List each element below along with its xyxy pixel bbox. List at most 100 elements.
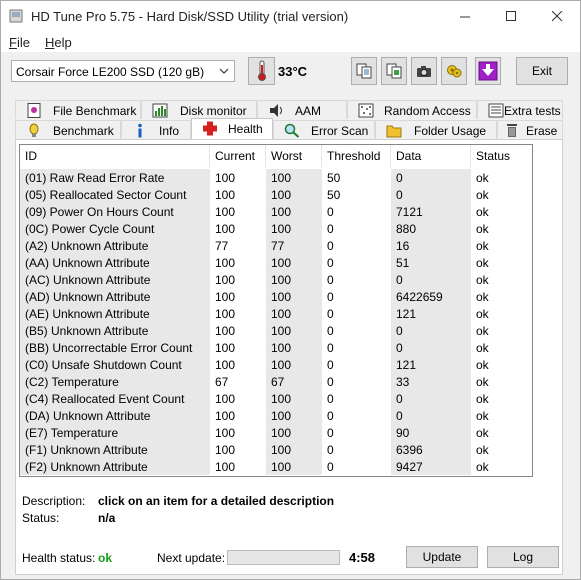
thermometer-button[interactable] — [248, 57, 275, 85]
tab-benchmark[interactable]: Benchmark — [15, 120, 121, 139]
column-header-threshold[interactable]: Threshold — [322, 145, 391, 168]
table-row[interactable]: (AD) Unknown Attribute 100 100 0 6422659 ok — [20, 288, 532, 305]
tab-folder-usage[interactable]: Folder Usage — [375, 120, 497, 139]
log-button[interactable]: Log — [487, 546, 559, 568]
save-button[interactable] — [475, 57, 501, 85]
table-row[interactable]: (BB) Uncorrectable Error Count 100 100 0 0 ok — [20, 339, 532, 356]
cell-data: 6422659 — [391, 288, 471, 305]
maximize-button[interactable] — [488, 1, 534, 32]
cell-worst: 100 — [266, 322, 322, 339]
column-header-status[interactable]: Status — [471, 145, 532, 168]
cell-current: 77 — [215, 239, 229, 253]
table-row[interactable]: (DA) Unknown Attribute 100 100 0 0 ok — [20, 407, 532, 424]
copy-text-icon — [356, 63, 372, 79]
menu-file[interactable]: File — [9, 35, 30, 50]
table-row[interactable]: (AE) Unknown Attribute 100 100 0 121 ok — [20, 305, 532, 322]
cell-data: 0 — [391, 169, 471, 186]
tab-random-access-label: Random Access — [384, 104, 471, 118]
table-row[interactable]: (05) Reallocated Sector Count 100 100 50 0 ok — [20, 186, 532, 203]
exit-button[interactable]: Exit — [516, 57, 568, 85]
copy-image-button[interactable] — [381, 57, 407, 85]
column-header-data[interactable]: Data — [391, 145, 471, 168]
tab-extra-tests[interactable]: Extra tests — [477, 100, 563, 119]
tab-file-benchmark-label: File Benchmark — [53, 104, 137, 118]
table-row[interactable]: (C4) Reallocated Event Count 100 100 0 0 ok — [20, 390, 532, 407]
cell-id: (A2) Unknown Attribute — [20, 237, 210, 254]
table-row[interactable]: (C0) Unsafe Shutdown Count 100 100 0 121 ok — [20, 356, 532, 373]
extra-tests-icon — [488, 103, 504, 118]
smart-attributes-list[interactable]: ID Current Worst Threshold Data Status (… — [19, 144, 533, 477]
cell-status: ok — [476, 409, 489, 423]
status-label: Status: — [22, 511, 60, 525]
tab-health[interactable]: Health — [191, 118, 273, 139]
cell-data: 0 — [391, 390, 471, 407]
toolbar: Corsair Force LE200 SSD (120 gB) 33°C Ex… — [1, 52, 580, 92]
cell-data: 0 — [391, 339, 471, 356]
tab-random-access[interactable]: Random Access — [347, 100, 477, 119]
cell-current: 100 — [215, 341, 236, 355]
options-button[interactable] — [441, 57, 467, 85]
update-button[interactable]: Update — [406, 546, 478, 568]
table-row[interactable]: (E7) Temperature 100 100 0 90 ok — [20, 424, 532, 441]
table-row[interactable]: (AC) Unknown Attribute 100 100 0 0 ok — [20, 271, 532, 288]
table-row[interactable]: (C2) Temperature 67 67 0 33 ok — [20, 373, 532, 390]
cell-current: 100 — [215, 171, 236, 185]
cell-data: 0 — [391, 271, 471, 288]
screenshot-button[interactable] — [411, 57, 437, 85]
table-row[interactable]: (F1) Unknown Attribute 100 100 0 6396 ok — [20, 441, 532, 458]
cell-current: 100 — [215, 409, 236, 423]
cell-threshold: 0 — [327, 205, 334, 219]
cell-id: (F1) Unknown Attribute — [20, 441, 210, 458]
cell-current: 100 — [215, 358, 236, 372]
column-header-current[interactable]: Current — [210, 145, 266, 168]
cell-id: (DA) Unknown Attribute — [20, 407, 210, 424]
cell-current: 100 — [215, 205, 236, 219]
table-row[interactable]: (B5) Unknown Attribute 100 100 0 0 ok — [20, 322, 532, 339]
cell-worst: 100 — [266, 203, 322, 220]
tab-folder-usage-label: Folder Usage — [414, 124, 487, 138]
countdown: 4:58 — [349, 550, 376, 565]
tab-erase[interactable]: Erase — [497, 120, 563, 139]
tab-aam[interactable]: AAM — [257, 100, 347, 119]
benchmark-icon — [29, 123, 39, 137]
maximize-icon — [505, 11, 516, 21]
tab-file-benchmark[interactable]: File Benchmark — [15, 100, 141, 119]
table-row[interactable]: (0C) Power Cycle Count 100 100 0 880 ok — [20, 220, 532, 237]
app-icon — [9, 9, 23, 23]
error-scan-icon — [284, 123, 300, 138]
update-progress-bar — [227, 550, 340, 565]
table-row[interactable]: (01) Raw Read Error Rate 100 100 50 0 ok — [20, 169, 532, 186]
tab-info[interactable]: Info — [121, 120, 191, 139]
drive-select[interactable]: Corsair Force LE200 SSD (120 gB) — [11, 60, 235, 82]
cell-status: ok — [476, 273, 489, 287]
cell-id: (C4) Reallocated Event Count — [20, 390, 210, 407]
table-row[interactable]: (A2) Unknown Attribute 77 77 0 16 ok — [20, 237, 532, 254]
table-row[interactable]: (F2) Unknown Attribute 100 100 0 9427 ok — [20, 458, 532, 475]
column-header-id[interactable]: ID — [20, 145, 210, 168]
table-row[interactable]: (AA) Unknown Attribute 100 100 0 51 ok — [20, 254, 532, 271]
column-header-worst[interactable]: Worst — [266, 145, 322, 168]
trash-icon — [507, 124, 517, 137]
cell-threshold: 0 — [327, 290, 334, 304]
close-button[interactable] — [534, 1, 580, 32]
chevron-down-icon — [219, 68, 229, 74]
cell-id: (AE) Unknown Attribute — [20, 305, 210, 322]
cell-data: 9427 — [391, 458, 471, 475]
cell-current: 100 — [215, 324, 236, 338]
cell-current: 100 — [215, 460, 236, 474]
cell-id: (AA) Unknown Attribute — [20, 254, 210, 271]
cell-worst: 100 — [266, 186, 322, 203]
tab-error-scan[interactable]: Error Scan — [273, 120, 375, 139]
cell-threshold: 0 — [327, 239, 334, 253]
next-update-label: Next update: — [157, 551, 226, 565]
minimize-button[interactable] — [442, 1, 488, 32]
cell-status: ok — [476, 392, 489, 406]
cell-current: 100 — [215, 392, 236, 406]
menu-help[interactable]: Help — [45, 35, 72, 50]
tab-disk-monitor[interactable]: Disk monitor — [141, 100, 257, 119]
table-row[interactable]: (09) Power On Hours Count 100 100 0 7121 ok — [20, 203, 532, 220]
copy-text-button[interactable] — [351, 57, 377, 85]
cell-data: 0 — [391, 407, 471, 424]
cell-threshold: 0 — [327, 426, 334, 440]
cell-data: 0 — [391, 322, 471, 339]
